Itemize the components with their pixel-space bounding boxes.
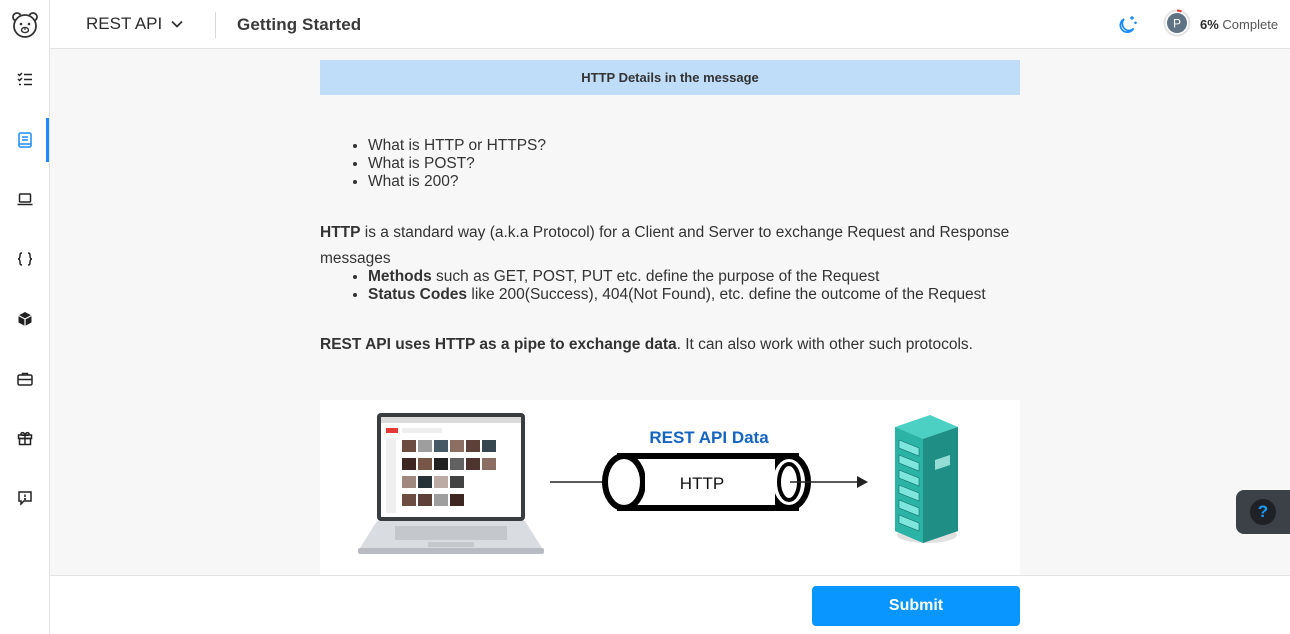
rest-paragraph: REST API uses HTTP as a pipe to exchange… xyxy=(320,335,1020,355)
progress-percent: 6% xyxy=(1200,17,1219,32)
rest-bold-text: REST API uses HTTP as a pipe to exchange… xyxy=(320,336,677,353)
pipe-label: HTTP xyxy=(680,474,724,493)
course-name: REST API xyxy=(86,14,163,33)
point-text: like 200(Success), 404(Not Found), etc. … xyxy=(467,286,986,303)
braces-icon xyxy=(17,252,32,266)
cube-icon xyxy=(17,312,32,326)
checklist-icon xyxy=(16,72,32,86)
list-item: Status Codes like 200(Success), 404(Not … xyxy=(368,286,1020,304)
rest-text: . It can also work with other such proto… xyxy=(676,336,973,353)
briefcase-icon xyxy=(16,372,33,386)
diagram-title: REST API Data xyxy=(649,428,769,447)
list-item: What is 200? xyxy=(368,173,1020,191)
course-selector[interactable]: REST API xyxy=(86,14,184,34)
list-item: Methods such as GET, POST, PUT etc. defi… xyxy=(368,268,1020,286)
questions-list: What is HTTP or HTTPS? What is POST? Wha… xyxy=(320,137,1020,191)
point-term: Methods xyxy=(368,268,432,285)
top-header: REST API Getting Started P 6% Complete xyxy=(50,0,1290,49)
footer-bar: Submit xyxy=(50,575,1290,634)
sidebar-item-cube[interactable] xyxy=(0,297,49,341)
sidebar-item-feedback[interactable] xyxy=(0,476,49,520)
bear-logo-icon[interactable] xyxy=(10,10,40,40)
chevron-down-icon xyxy=(171,20,183,28)
sidebar-item-gift[interactable] xyxy=(0,416,49,460)
http-points-list: Methods such as GET, POST, PUT etc. defi… xyxy=(320,268,1020,304)
sidebar-item-briefcase[interactable] xyxy=(0,357,49,401)
point-text: such as GET, POST, PUT etc. define the p… xyxy=(431,268,880,285)
http-term: HTTP xyxy=(320,224,361,241)
section-banner: HTTP Details in the message xyxy=(320,60,1020,95)
point-term: Status Codes xyxy=(368,286,468,303)
sidebar-item-code[interactable] xyxy=(0,237,49,281)
http-paragraph: HTTP is a standard way (a.k.a Protocol) … xyxy=(320,220,1020,272)
lesson-content: HTTP Details in the message What is HTTP… xyxy=(320,50,1020,575)
gift-icon xyxy=(17,431,32,446)
book-icon xyxy=(17,132,32,148)
sidebar-item-book[interactable] xyxy=(0,118,49,162)
help-icon: ? xyxy=(1250,499,1276,525)
avatar-initial: P xyxy=(1173,17,1181,31)
sidebar xyxy=(0,0,50,634)
dark-mode-toggle-icon[interactable] xyxy=(1115,13,1139,37)
diagram-svg: REST API Data HTTP xyxy=(358,413,958,554)
laptop-illustration xyxy=(358,413,544,554)
sidebar-item-checklist[interactable] xyxy=(0,57,49,101)
progress-text: 6% Complete xyxy=(1200,17,1278,32)
sidebar-item-laptop[interactable] xyxy=(0,177,49,221)
laptop-icon xyxy=(17,193,32,206)
header-divider xyxy=(215,12,216,38)
list-item: What is POST? xyxy=(368,155,1020,173)
list-item: What is HTTP or HTTPS? xyxy=(368,137,1020,155)
submit-button[interactable]: Submit xyxy=(812,586,1020,626)
progress-ring-avatar[interactable]: P xyxy=(1163,9,1191,37)
feedback-icon xyxy=(17,491,32,506)
page-title: Getting Started xyxy=(237,15,362,34)
help-widget[interactable]: ? xyxy=(1236,490,1290,534)
progress-label: Complete xyxy=(1222,17,1279,32)
server-illustration xyxy=(895,415,958,543)
rest-api-diagram: REST API Data HTTP xyxy=(320,400,1020,575)
http-description: is a standard way (a.k.a Protocol) for a… xyxy=(320,224,1010,267)
main-content: HTTP Details in the message What is HTTP… xyxy=(50,50,1290,575)
